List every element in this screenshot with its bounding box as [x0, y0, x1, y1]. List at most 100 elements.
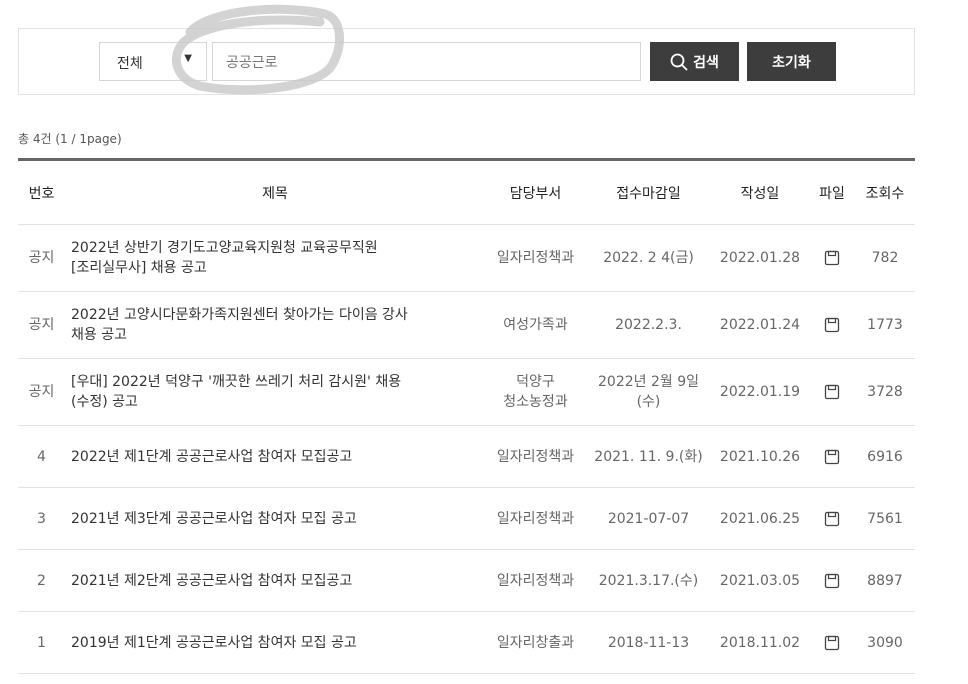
row-title-link[interactable]: 2022년 상반기 경기도고양교육지원청 교육공무직원 [조리실무사] 채용 공고	[65, 224, 485, 292]
row-date: 2021.03.05	[711, 549, 809, 612]
row-dept: 덕양구청소농정과	[485, 358, 586, 426]
row-deadline-line1: 2022. 2 4(금)	[603, 250, 694, 266]
row-views: 782	[855, 224, 915, 292]
row-date: 2018.11.02	[711, 611, 809, 674]
row-deadline-line1: 2021-07-07	[607, 510, 690, 527]
row-title-line2: (수정) 공고	[71, 394, 138, 410]
row-dept-line1: 덕양구	[516, 374, 555, 390]
row-no: 3	[18, 487, 65, 550]
row-views: 8897	[855, 549, 915, 612]
row-dept-line1: 일자리창출과	[496, 634, 575, 651]
row-file-cell[interactable]	[809, 487, 855, 550]
file-icon[interactable]	[824, 511, 840, 527]
row-file-cell[interactable]	[809, 224, 855, 292]
row-date: 2021.06.25	[711, 487, 809, 550]
row-dept-line1: 일자리정책과	[496, 572, 575, 589]
row-title-link[interactable]: 2022년 고양시다문화가족지원센터 찾아가는 다이음 강사 채용 공고	[65, 291, 485, 359]
row-dept: 일자리정책과	[485, 224, 586, 292]
row-file-cell[interactable]	[809, 549, 855, 612]
row-dept-line1: 일자리정책과	[496, 250, 575, 266]
row-title-link[interactable]: 2022년 제1단계 공공근로사업 참여자 모집공고	[65, 425, 485, 488]
category-select[interactable]: 전체 ▼	[99, 42, 207, 81]
table-row: 4 2022년 제1단계 공공근로사업 참여자 모집공고 일자리정책과 2021. 1…	[18, 425, 915, 488]
file-icon[interactable]	[824, 635, 840, 651]
row-title-line2: 채용 공고	[71, 327, 127, 343]
row-title-line1: 2022년 제1단계 공공근로사업 참여자 모집공고	[71, 448, 353, 465]
row-deadline: 2021.3.17.(수)	[586, 549, 711, 612]
row-deadline-line1: 2022년 2월 9일	[598, 374, 699, 390]
row-views: 3728	[855, 358, 915, 426]
row-views: 6916	[855, 425, 915, 488]
table-row: 2 2021년 제2단계 공공근로사업 참여자 모집공고 일자리정책과 2021.3.…	[18, 549, 915, 612]
col-header-date: 작성일	[711, 158, 809, 225]
col-header-views: 조회수	[855, 158, 915, 225]
row-date: 2022.01.24	[711, 291, 809, 359]
search-button-label: 검색	[693, 54, 719, 71]
row-title-link[interactable]: 2019년 제1단계 공공근로사업 참여자 모집 공고	[65, 611, 485, 674]
row-title-link[interactable]: 2021년 제3단계 공공근로사업 참여자 모집 공고	[65, 487, 485, 550]
row-dept-line1: 여성가족과	[503, 317, 568, 333]
row-views: 7561	[855, 487, 915, 550]
chevron-down-icon: ▼	[184, 53, 192, 64]
row-no: 공지	[18, 224, 65, 292]
table-row: 3 2021년 제3단계 공공근로사업 참여자 모집 공고 일자리정책과 2021-0…	[18, 487, 915, 550]
row-deadline-line1: 2018-11-13	[607, 634, 690, 651]
col-header-file: 파일	[809, 158, 855, 225]
col-header-dept: 담당부서	[485, 158, 586, 225]
file-icon[interactable]	[824, 573, 840, 589]
search-button[interactable]: 검색	[650, 42, 739, 81]
row-dept: 일자리창출과	[485, 611, 586, 674]
row-date: 2022.01.19	[711, 358, 809, 426]
row-title-line1: 2021년 제2단계 공공근로사업 참여자 모집공고	[71, 572, 353, 589]
file-icon[interactable]	[824, 384, 840, 400]
search-panel: 전체 ▼ 검색 초기화	[18, 28, 915, 95]
row-deadline-line2: (수)	[636, 394, 661, 410]
row-title-line1: [우대] 2022년 덕양구 '깨끗한 쓰레기 처리 감시원' 채용	[71, 374, 402, 390]
row-no: 2	[18, 549, 65, 612]
row-deadline: 2022. 2 4(금)	[586, 224, 711, 292]
row-deadline: 2022년 2월 9일 (수)	[586, 358, 711, 426]
reset-button[interactable]: 초기화	[747, 42, 836, 81]
row-dept-line2: 청소농정과	[503, 394, 568, 410]
row-dept: 일자리정책과	[485, 487, 586, 550]
category-select-value: 전체	[117, 56, 143, 72]
row-date: 2022.01.28	[711, 224, 809, 292]
row-no: 4	[18, 425, 65, 488]
col-header-title: 제목	[65, 158, 485, 225]
row-date: 2021.10.26	[711, 425, 809, 488]
row-dept-line1: 일자리정책과	[496, 448, 575, 465]
file-icon[interactable]	[824, 449, 840, 465]
row-deadline: 2021-07-07	[586, 487, 711, 550]
table-header-row: 번호 제목 담당부서 접수마감일 작성일 파일 조회수	[18, 158, 915, 225]
col-header-no: 번호	[18, 158, 65, 225]
search-input[interactable]	[212, 42, 641, 81]
row-title-line2: [조리실무사] 채용 공고	[71, 260, 207, 276]
row-file-cell[interactable]	[809, 425, 855, 488]
row-file-cell[interactable]	[809, 358, 855, 426]
row-file-cell[interactable]	[809, 611, 855, 674]
table-row: 공지 2022년 고양시다문화가족지원센터 찾아가는 다이음 강사 채용 공고 여성가…	[18, 291, 915, 359]
row-views: 3090	[855, 611, 915, 674]
row-views: 1773	[855, 291, 915, 359]
row-title-link[interactable]: 2021년 제2단계 공공근로사업 참여자 모집공고	[65, 549, 485, 612]
row-no: 1	[18, 611, 65, 674]
row-title-link[interactable]: [우대] 2022년 덕양구 '깨끗한 쓰레기 처리 감시원' 채용 (수정) 공…	[65, 358, 485, 426]
search-icon	[670, 53, 688, 70]
row-deadline: 2018-11-13	[586, 611, 711, 674]
row-file-cell[interactable]	[809, 291, 855, 359]
table-row: 공지 [우대] 2022년 덕양구 '깨끗한 쓰레기 처리 감시원' 채용 (수정)…	[18, 358, 915, 426]
row-dept: 일자리정책과	[485, 549, 586, 612]
row-deadline-line1: 2022.2.3.	[615, 317, 682, 333]
row-title-line1: 2021년 제3단계 공공근로사업 참여자 모집 공고	[71, 510, 357, 527]
row-deadline-line1: 2021.3.17.(수)	[598, 572, 699, 589]
file-icon[interactable]	[824, 250, 840, 266]
row-deadline: 2022.2.3.	[586, 291, 711, 359]
col-header-deadline: 접수마감일	[586, 158, 711, 225]
row-deadline-line1: 2021. 11. 9.(화)	[594, 448, 703, 465]
reset-button-label: 초기화	[772, 54, 811, 71]
row-title-line1: 2022년 상반기 경기도고양교육지원청 교육공무직원	[71, 240, 378, 256]
file-icon[interactable]	[824, 317, 840, 333]
row-dept-line1: 일자리정책과	[496, 510, 575, 527]
row-no: 공지	[18, 358, 65, 426]
board-table: 번호 제목 담당부서 접수마감일 작성일 파일 조회수 공지 2022년 상반기 …	[18, 158, 915, 674]
